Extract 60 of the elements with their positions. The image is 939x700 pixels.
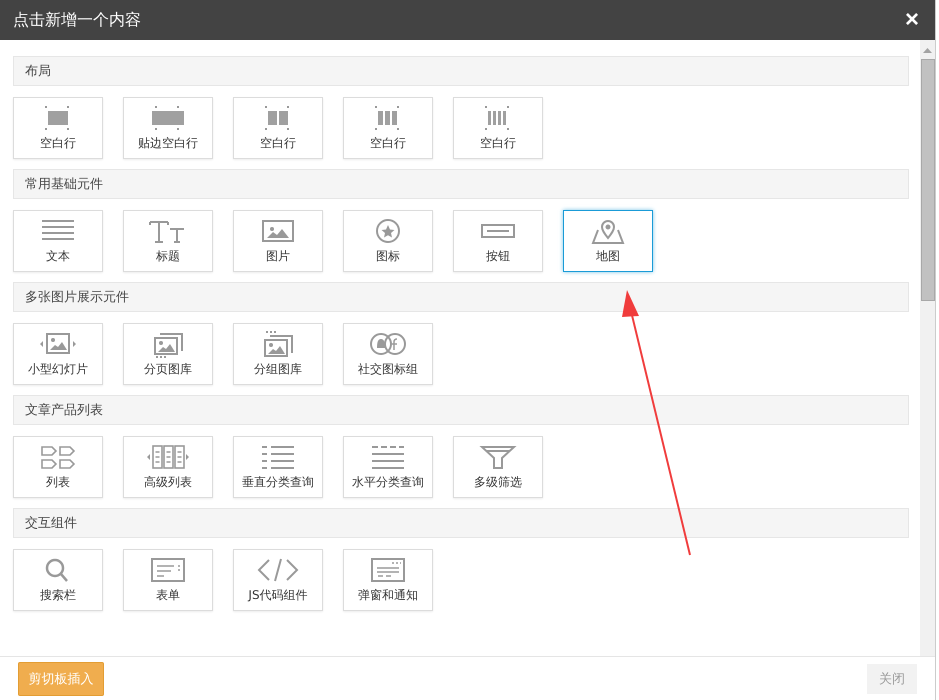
close-button[interactable]: × bbox=[904, 8, 919, 32]
section-header: 文章产品列表 bbox=[13, 395, 909, 425]
tile-label: 多级筛选 bbox=[474, 474, 522, 491]
tile-label: 列表 bbox=[46, 474, 70, 491]
component-tile[interactable]: 图片 bbox=[233, 210, 323, 272]
columns-list-icon bbox=[146, 444, 190, 471]
component-tile[interactable]: 水平分类查询 bbox=[343, 436, 433, 498]
component-tile[interactable]: 空白行 bbox=[13, 97, 103, 159]
tile-label: JS代码组件 bbox=[248, 587, 308, 604]
scrollbar[interactable] bbox=[920, 40, 935, 656]
tile-label: 社交图标组 bbox=[358, 361, 418, 378]
component-tile[interactable]: 弹窗和通知 bbox=[343, 549, 433, 611]
code-icon bbox=[256, 557, 300, 584]
tile-label: 按钮 bbox=[486, 248, 510, 265]
component-tile[interactable]: 标题 bbox=[123, 210, 213, 272]
component-tile[interactable]: 空白行 bbox=[343, 97, 433, 159]
tile-label: 空白行 bbox=[260, 135, 296, 152]
scrollbar-thumb[interactable] bbox=[920, 59, 934, 301]
component-tile[interactable]: 表单 bbox=[123, 549, 213, 611]
dialog-title: 点击新增一个内容 bbox=[13, 10, 141, 30]
tile-label: 空白行 bbox=[40, 135, 76, 152]
tile-label: 垂直分类查询 bbox=[242, 474, 314, 491]
section-header: 多张图片展示元件 bbox=[13, 282, 909, 312]
component-tile[interactable]: 垂直分类查询 bbox=[233, 436, 323, 498]
component-tile[interactable]: 分组图库 bbox=[233, 323, 323, 385]
tile-label: 贴边空白行 bbox=[138, 135, 198, 152]
tile-label: 标题 bbox=[156, 248, 180, 265]
tile-label: 弹窗和通知 bbox=[358, 587, 418, 604]
component-tile[interactable]: 文本 bbox=[13, 210, 103, 272]
component-tile[interactable]: 多级筛选 bbox=[453, 436, 543, 498]
tile-label: 地图 bbox=[596, 248, 620, 265]
section-header: 交互组件 bbox=[13, 508, 909, 538]
tile-label: 水平分类查询 bbox=[352, 474, 424, 491]
component-tile[interactable]: 列表 bbox=[13, 436, 103, 498]
tile-label: 图片 bbox=[266, 248, 290, 265]
tile-label: 文本 bbox=[46, 248, 70, 265]
tile-label: 分组图库 bbox=[254, 361, 302, 378]
component-tile[interactable]: 社交图标组 bbox=[343, 323, 433, 385]
component-tile[interactable]: 地图 bbox=[563, 210, 653, 272]
tile-label: 空白行 bbox=[370, 135, 406, 152]
component-tile[interactable]: 空白行 bbox=[233, 97, 323, 159]
tile-label: 图标 bbox=[376, 248, 400, 265]
section-header: 布局 bbox=[13, 56, 909, 86]
tile-label: 高级列表 bbox=[144, 474, 192, 491]
tile-label: 空白行 bbox=[480, 135, 516, 152]
component-tile[interactable]: 小型幻灯片 bbox=[13, 323, 103, 385]
tile-label: 搜索栏 bbox=[40, 587, 76, 604]
scroll-up-icon[interactable] bbox=[923, 48, 932, 53]
component-tile[interactable]: 按钮 bbox=[453, 210, 543, 272]
component-tile[interactable]: JS代码组件 bbox=[233, 549, 323, 611]
component-tile[interactable]: 高级列表 bbox=[123, 436, 213, 498]
section-header: 常用基础元件 bbox=[13, 169, 909, 199]
component-tile[interactable]: 贴边空白行 bbox=[123, 97, 213, 159]
component-tile[interactable]: 空白行 bbox=[453, 97, 543, 159]
tile-label: 分页图库 bbox=[144, 361, 192, 378]
component-tile[interactable]: 搜索栏 bbox=[13, 549, 103, 611]
component-tile[interactable]: 分页图库 bbox=[123, 323, 213, 385]
component-tile[interactable]: 图标 bbox=[343, 210, 433, 272]
tile-label: 表单 bbox=[156, 587, 180, 604]
tile-label: 小型幻灯片 bbox=[28, 361, 88, 378]
